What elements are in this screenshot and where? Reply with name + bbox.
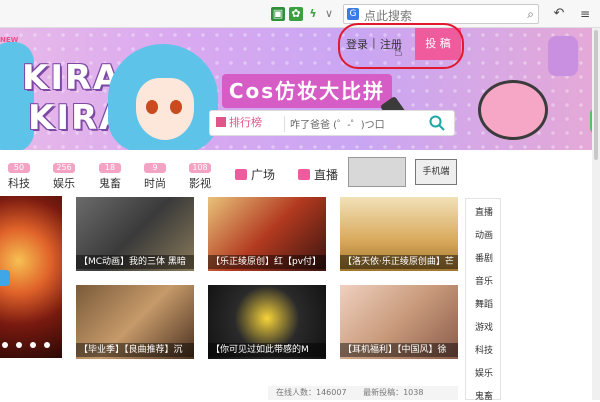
girl-face xyxy=(136,78,194,140)
video-title: 【毕业季】【良曲推荐】沉 xyxy=(76,343,194,357)
side-menu-item[interactable]: 番剧 xyxy=(466,251,502,264)
lightning-icon[interactable]: ϟ xyxy=(306,7,320,21)
category-count-badge: 108 xyxy=(189,163,211,173)
undo-icon[interactable]: ↶ xyxy=(552,7,566,21)
video-title: 【你可见过如此带感的M xyxy=(208,343,326,357)
girl-left-eye xyxy=(146,100,158,114)
gear-icon[interactable]: ✿ xyxy=(289,7,303,21)
category-count-badge: 18 xyxy=(99,163,121,173)
brush-illustration xyxy=(548,36,578,76)
search-divider xyxy=(284,116,285,132)
extension-icon[interactable]: ▣ xyxy=(271,7,285,21)
latest-count: 最新投稿：1038 xyxy=(363,388,424,397)
mouse-cursor-icon: ☝ xyxy=(394,44,403,60)
side-menu-item[interactable]: 动画 xyxy=(466,228,502,241)
square-icon xyxy=(235,169,247,180)
video-thumbnail[interactable]: 【乐正绫原创】红【pv付】 xyxy=(208,197,326,271)
browser-search-placeholder: 点此搜索 xyxy=(364,9,413,23)
category-kichiku[interactable]: 18 鬼畜 xyxy=(95,160,125,191)
nav-square-label: 广场 xyxy=(251,168,276,182)
side-menu-item[interactable]: 科技 xyxy=(466,343,502,356)
video-title: 【洛天依·乐正绫原创曲】芒 xyxy=(340,255,458,269)
side-menu-item[interactable]: 娱乐 xyxy=(466,366,502,379)
chevron-down-icon[interactable]: ∨ xyxy=(322,7,336,21)
compact-illustration xyxy=(478,80,548,140)
side-menu-item[interactable]: 鬼畜 xyxy=(466,389,502,402)
category-label: 影视 xyxy=(189,177,211,190)
search-icon[interactable]: ⌕ xyxy=(527,7,534,22)
slide-tag xyxy=(0,270,10,286)
slide-dot[interactable] xyxy=(2,342,8,348)
girl-right-eye xyxy=(170,100,182,114)
video-thumbnail[interactable]: 【耳机福利】【中国风】徐 xyxy=(340,285,458,359)
browser-toolbar: ▣ ✿ ϟ ∨ G 点此搜索 ⌕ ↶ ≡ xyxy=(0,0,600,28)
side-menu-item[interactable]: 舞蹈 xyxy=(466,297,502,310)
video-title: 【乐正绫原创】红【pv付】 xyxy=(208,255,326,269)
video-title: 【耳机福利】【中国风】徐 xyxy=(340,343,458,357)
category-nav: 50 科技 256 娱乐 18 鬼畜 9 时尚 108 影视 广场 直播 xyxy=(0,150,600,194)
promo-fish-image[interactable] xyxy=(348,157,406,187)
category-label: 时尚 xyxy=(144,177,166,190)
nav-square-link[interactable]: 广场 xyxy=(235,166,275,183)
search-engine-logo-icon: G xyxy=(347,8,359,20)
slide-dot[interactable] xyxy=(44,342,50,348)
site-search-bar[interactable]: 排行榜 咋了爸爸 (゜-゜)つ口 xyxy=(209,110,455,136)
video-thumbnail[interactable]: 【你可见过如此带感的M xyxy=(208,285,326,359)
mobile-app-badge[interactable]: 手机端 xyxy=(415,159,457,185)
side-menu-item[interactable]: 游戏 xyxy=(466,320,502,333)
rank-icon xyxy=(216,117,226,127)
anime-girl-illustration xyxy=(108,34,218,150)
rank-button[interactable]: 排行榜 xyxy=(212,113,266,133)
menu-icon[interactable]: ≡ xyxy=(578,7,592,21)
category-entertainment[interactable]: 256 娱乐 xyxy=(49,160,79,191)
category-tech[interactable]: 50 科技 xyxy=(4,160,34,191)
category-fashion[interactable]: 9 时尚 xyxy=(140,160,170,191)
category-label: 鬼畜 xyxy=(99,177,121,190)
site-search-input[interactable]: 咋了爸爸 (゜-゜)つ口 xyxy=(290,116,385,131)
category-count-badge: 256 xyxy=(53,163,75,173)
side-category-menu: 直播 动画 番剧 音乐 舞蹈 游戏 科技 娱乐 鬼畜 xyxy=(465,198,502,402)
search-icon[interactable] xyxy=(428,114,446,132)
rank-label: 排行榜 xyxy=(229,116,262,129)
video-thumbnail[interactable]: 【洛天依·乐正绫原创曲】芒 xyxy=(340,197,458,271)
video-thumbnail[interactable]: 【MC动画】我的三体 黑暗 xyxy=(76,197,194,271)
slide-dot[interactable] xyxy=(30,342,36,348)
category-film[interactable]: 108 影视 xyxy=(185,160,215,191)
video-title: 【MC动画】我的三体 黑暗 xyxy=(76,255,194,269)
video-thumbnail[interactable]: 【毕业季】【良曲推荐】沉 xyxy=(76,285,194,359)
kira-logo-line1: KIRA xyxy=(22,58,122,98)
side-menu-item[interactable]: 直播 xyxy=(466,205,502,218)
new-tag: NEW xyxy=(0,36,19,44)
slide-pagination xyxy=(0,340,62,350)
side-menu-item[interactable]: 音乐 xyxy=(466,274,502,287)
category-count-badge: 50 xyxy=(8,163,30,173)
slide-dot[interactable] xyxy=(16,342,22,348)
category-count-badge: 9 xyxy=(144,163,166,173)
event-title: Cos仿妆大比拼 xyxy=(222,74,392,108)
online-count: 在线人数：146007 xyxy=(276,388,347,397)
category-label: 科技 xyxy=(8,177,30,190)
nav-live-link[interactable]: 直播 xyxy=(298,166,338,183)
browser-search-box[interactable]: G 点此搜索 ⌕ xyxy=(343,4,539,24)
live-icon xyxy=(298,169,310,180)
site-stats-bar: 在线人数：146007 最新投稿：1038 xyxy=(268,386,458,400)
scrollbar-thumb[interactable] xyxy=(594,30,598,160)
category-label: 娱乐 xyxy=(53,177,75,190)
nav-live-label: 直播 xyxy=(314,168,339,182)
